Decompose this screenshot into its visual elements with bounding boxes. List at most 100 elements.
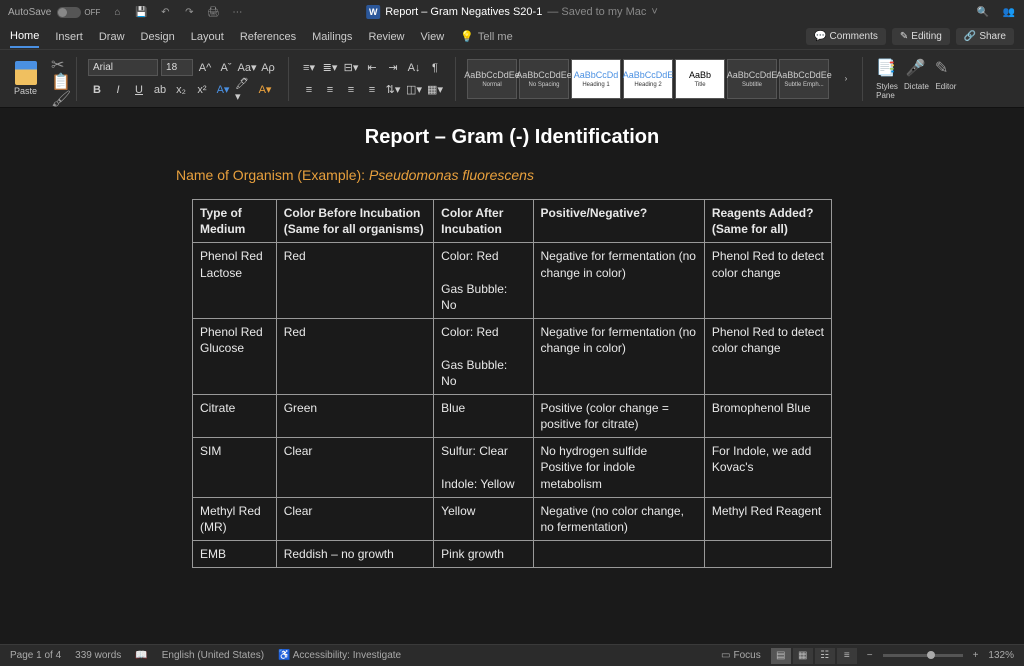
font-family-select[interactable] bbox=[88, 59, 158, 76]
doc-title[interactable]: W Report – Gram Negatives S20-1 — Saved … bbox=[366, 5, 658, 19]
table-cell: No hydrogen sulfidePositive for indole m… bbox=[533, 438, 704, 498]
style-title[interactable]: AaBbTitle bbox=[675, 59, 725, 99]
sort-icon[interactable]: A↓ bbox=[405, 59, 423, 77]
editing-button[interactable]: ✎ Editing bbox=[892, 28, 950, 45]
tab-home[interactable]: Home bbox=[10, 26, 39, 48]
zoom-in-icon[interactable]: + bbox=[973, 650, 979, 661]
italic-button[interactable]: I bbox=[109, 81, 127, 99]
ribbon-tabs: Home Insert Draw Design Layout Reference… bbox=[0, 24, 1024, 50]
autosave-toggle[interactable]: AutoSave OFF bbox=[8, 7, 100, 18]
spellcheck-icon[interactable]: 📖 bbox=[135, 650, 147, 661]
align-right-icon[interactable]: ≡ bbox=[342, 81, 360, 99]
borders-icon[interactable]: ▦▾ bbox=[426, 81, 444, 99]
table-cell: Bromophenol Blue bbox=[704, 394, 831, 437]
tell-me-label: Tell me bbox=[478, 31, 513, 43]
styles-pane-button[interactable]: 📑StylesPane bbox=[876, 58, 898, 100]
toggle-switch[interactable] bbox=[57, 7, 81, 18]
shading-icon[interactable]: ◫▾ bbox=[405, 81, 423, 99]
tab-insert[interactable]: Insert bbox=[55, 27, 83, 47]
editor-button[interactable]: ✎Editor bbox=[935, 58, 957, 100]
autosave-state: OFF bbox=[84, 8, 100, 17]
table-cell bbox=[704, 541, 831, 568]
superscript-button[interactable]: x² bbox=[193, 81, 211, 99]
focus-button[interactable]: ▭ Focus bbox=[721, 650, 761, 661]
highlight-button[interactable]: A▾ bbox=[214, 81, 232, 99]
sync-share-icon[interactable]: 👥 bbox=[1002, 5, 1016, 19]
format-painter-icon[interactable]: 🖌 bbox=[51, 89, 65, 103]
style-normal[interactable]: AaBbCcDdEeNormal bbox=[467, 59, 517, 99]
save-status: — Saved to my Mac bbox=[547, 6, 646, 18]
style-subtle-emph-[interactable]: AaBbCcDdEeSubtle Emph... bbox=[779, 59, 829, 99]
line-spacing-icon[interactable]: ⇅▾ bbox=[384, 81, 402, 99]
outline-view[interactable]: ☷ bbox=[815, 648, 835, 664]
style-no-spacing[interactable]: AaBbCcDdEeNo Spacing bbox=[519, 59, 569, 99]
page: Report – Gram (-) Identification Name of… bbox=[172, 126, 852, 644]
copy-icon[interactable]: 📋 bbox=[51, 72, 65, 86]
subscript-button[interactable]: x₂ bbox=[172, 81, 190, 99]
change-case-icon[interactable]: Aa▾ bbox=[238, 59, 256, 77]
home-icon[interactable]: ⌂ bbox=[110, 5, 124, 19]
comments-button[interactable]: 💬 Comments bbox=[806, 28, 886, 45]
tab-mailings[interactable]: Mailings bbox=[312, 27, 352, 47]
increase-font-icon[interactable]: A^ bbox=[196, 59, 214, 77]
decrease-font-icon[interactable]: Aˇ bbox=[217, 59, 235, 77]
styles-pane-label: StylesPane bbox=[876, 82, 898, 100]
paste-button[interactable]: Paste bbox=[8, 59, 43, 98]
underline-button[interactable]: U bbox=[130, 81, 148, 99]
zoom-level[interactable]: 132% bbox=[988, 650, 1014, 661]
increase-indent-icon[interactable]: ⇥ bbox=[384, 59, 402, 77]
tab-layout[interactable]: Layout bbox=[191, 27, 224, 47]
undo-icon[interactable]: ↶ bbox=[158, 5, 172, 19]
tell-me[interactable]: 💡Tell me bbox=[460, 26, 513, 47]
align-center-icon[interactable]: ≡ bbox=[321, 81, 339, 99]
tab-draw[interactable]: Draw bbox=[99, 27, 125, 47]
web-layout-view[interactable]: ▦ bbox=[793, 648, 813, 664]
tab-review[interactable]: Review bbox=[368, 27, 404, 47]
more-icon[interactable]: ⋯ bbox=[230, 5, 244, 19]
numbering-icon[interactable]: ≣▾ bbox=[321, 59, 339, 77]
page-count[interactable]: Page 1 of 4 bbox=[10, 650, 61, 661]
styles-expand-icon[interactable]: › bbox=[837, 70, 855, 88]
table-row: SIMClearSulfur: ClearIndole: YellowNo hy… bbox=[193, 438, 832, 498]
draft-view[interactable]: ≡ bbox=[837, 648, 857, 664]
clear-format-icon[interactable]: Aρ bbox=[259, 59, 277, 77]
col-header: Type of Medium bbox=[193, 200, 277, 243]
tab-references[interactable]: References bbox=[240, 27, 296, 47]
text-effects-button[interactable]: A▾ bbox=[256, 81, 274, 99]
accessibility[interactable]: ♿ Accessibility: Investigate bbox=[278, 650, 401, 661]
cut-icon[interactable]: ✂ bbox=[51, 55, 65, 69]
bold-button[interactable]: B bbox=[88, 81, 106, 99]
chevron-down-icon[interactable]: ˅ bbox=[651, 6, 657, 18]
style-heading-2[interactable]: AaBbCcDdEHeading 2 bbox=[623, 59, 673, 99]
decrease-indent-icon[interactable]: ⇤ bbox=[363, 59, 381, 77]
word-count[interactable]: 339 words bbox=[75, 650, 121, 661]
print-layout-view[interactable]: ▤ bbox=[771, 648, 791, 664]
dictate-button[interactable]: 🎤Dictate bbox=[904, 58, 929, 100]
font-color-button[interactable]: 🖊▾ bbox=[235, 81, 253, 99]
zoom-out-icon[interactable]: − bbox=[867, 650, 873, 661]
style-subtitle[interactable]: AaBbCcDdESubtitle bbox=[727, 59, 777, 99]
align-left-icon[interactable]: ≡ bbox=[300, 81, 318, 99]
tab-design[interactable]: Design bbox=[141, 27, 175, 47]
strike-button[interactable]: ab bbox=[151, 81, 169, 99]
access-label: Accessibility: Investigate bbox=[293, 650, 401, 661]
table-cell bbox=[533, 541, 704, 568]
zoom-thumb[interactable] bbox=[927, 651, 935, 659]
style-heading-1[interactable]: AaBbCcDdHeading 1 bbox=[571, 59, 621, 99]
font-size-select[interactable] bbox=[161, 59, 193, 76]
tab-view[interactable]: View bbox=[421, 27, 445, 47]
table-cell: Positive (color change = positive for ci… bbox=[533, 394, 704, 437]
paragraph-marks-icon[interactable]: ¶ bbox=[426, 59, 444, 77]
search-icon[interactable]: 🔍 bbox=[976, 5, 990, 19]
table-row: Phenol Red GlucoseRedColor: RedGas Bubbl… bbox=[193, 319, 832, 395]
redo-icon[interactable]: ↷ bbox=[182, 5, 196, 19]
zoom-slider[interactable] bbox=[883, 654, 963, 657]
bullets-icon[interactable]: ≡▾ bbox=[300, 59, 318, 77]
multilevel-icon[interactable]: ⊟▾ bbox=[342, 59, 360, 77]
save-icon[interactable]: 💾 bbox=[134, 5, 148, 19]
justify-icon[interactable]: ≡ bbox=[363, 81, 381, 99]
language[interactable]: English (United States) bbox=[162, 650, 264, 661]
print-icon[interactable]: 🖨 bbox=[206, 5, 220, 19]
share-button[interactable]: 🔗 Share bbox=[956, 28, 1014, 45]
document-canvas[interactable]: Report – Gram (-) Identification Name of… bbox=[0, 108, 1024, 644]
